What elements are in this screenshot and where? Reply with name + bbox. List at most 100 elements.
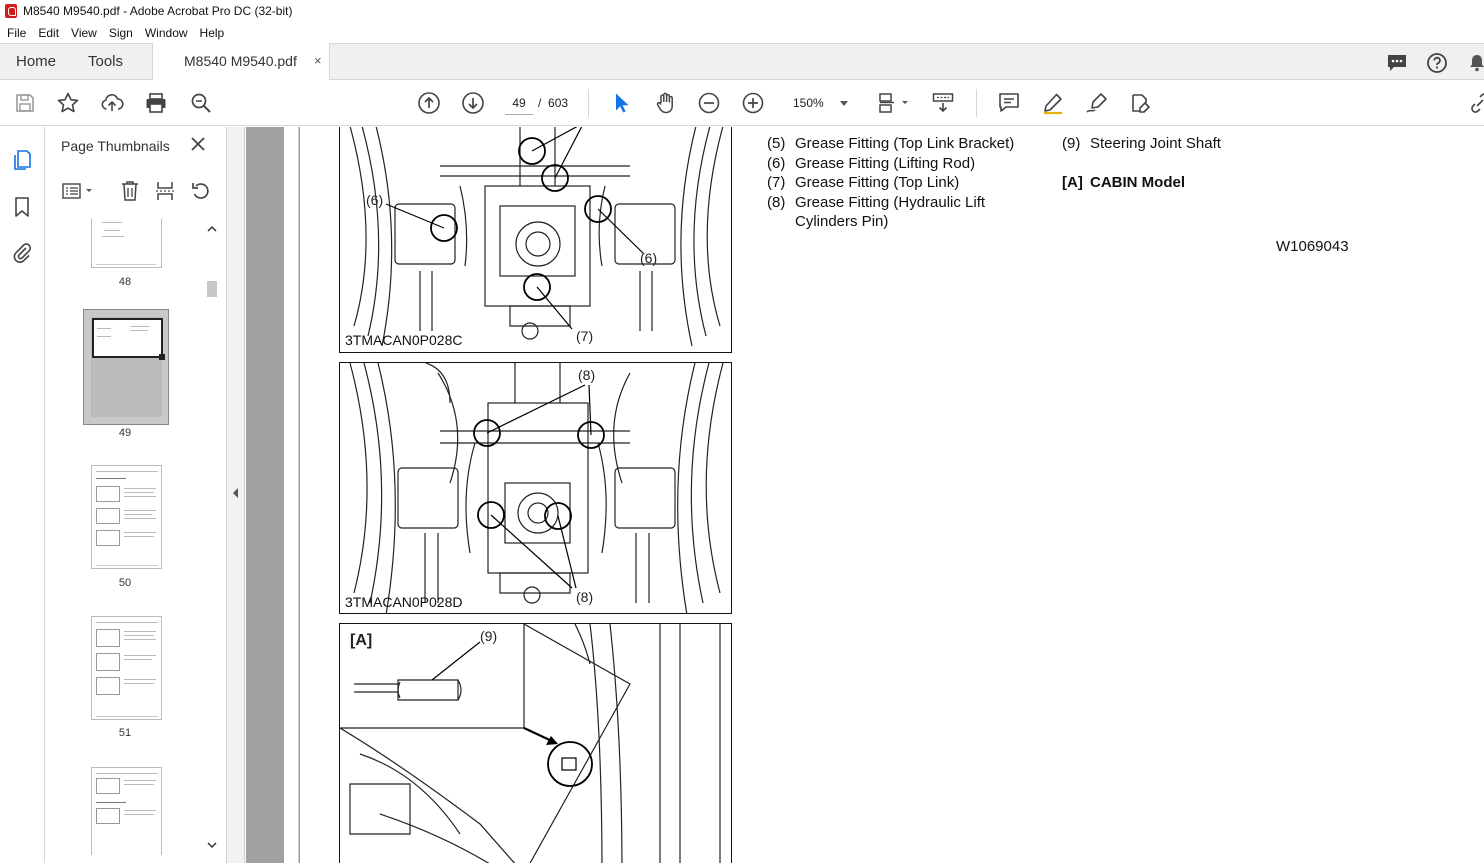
- previous-page-icon[interactable]: [417, 91, 441, 115]
- save-icon[interactable]: [13, 91, 37, 115]
- menu-bar: File Edit View Sign Window Help: [0, 22, 1484, 43]
- page-thumbnail[interactable]: [91, 219, 162, 268]
- visible-area-marker[interactable]: [92, 318, 165, 360]
- page-total: / 603: [538, 91, 568, 115]
- search-zoom-icon[interactable]: [189, 91, 213, 115]
- callout-label: (8): [578, 367, 596, 383]
- legend-item: Cylinders Pin): [767, 212, 1014, 232]
- figure-caption: 3TMACAN0P028C: [345, 332, 463, 348]
- legend-item: (7) Grease Fitting (Top Link): [767, 173, 1014, 193]
- close-panel-icon[interactable]: [190, 136, 206, 152]
- document-viewer[interactable]: (6) (6) (7) 3TMACAN0P028C (8) (8) 3TMACA…: [246, 127, 1484, 863]
- zoom-out-icon[interactable]: [697, 91, 721, 115]
- panel-toolbar: [45, 175, 227, 207]
- callout-label: (6): [366, 192, 384, 208]
- page-edge: [299, 127, 300, 863]
- page-thumbnails-panel: Page Thumbnails 48 49 50 51: [45, 127, 227, 863]
- page-thumbnail[interactable]: [91, 616, 162, 720]
- notifications-bell-icon[interactable]: [1466, 52, 1484, 74]
- thumbnail-label: 51: [118, 727, 132, 739]
- legend-text: Grease Fitting (Top Link): [795, 174, 960, 191]
- toolbar-divider: [976, 89, 977, 117]
- tab-tools[interactable]: Tools: [88, 53, 123, 70]
- tab-bar: Home Tools M8540 M9540.pdf ×: [0, 43, 1484, 80]
- share-link-icon[interactable]: [1468, 91, 1484, 115]
- menu-help[interactable]: Help: [194, 26, 231, 40]
- left-navigation-rail: [0, 127, 45, 863]
- figure-hitch-top: (6) (6) (7) 3TMACAN0P028C: [339, 127, 732, 353]
- page-number-input[interactable]: 49: [505, 91, 533, 115]
- help-icon[interactable]: [1426, 52, 1448, 74]
- tractor-rear-illustration: [349, 127, 724, 347]
- sign-pen-icon[interactable]: [1085, 91, 1109, 115]
- tab-home[interactable]: Home: [16, 53, 56, 70]
- next-page-icon[interactable]: [461, 91, 485, 115]
- extract-page-icon[interactable]: [154, 180, 176, 202]
- legend-number: [767, 212, 795, 232]
- cabin-illustration: [340, 624, 721, 863]
- comment-bubble-icon[interactable]: [1386, 52, 1408, 74]
- close-tab-icon[interactable]: ×: [314, 53, 322, 68]
- menu-file[interactable]: File: [0, 26, 32, 40]
- hand-tool-icon[interactable]: [653, 91, 677, 115]
- legend-text: Cylinders Pin): [795, 213, 889, 230]
- legend-text: Grease Fitting (Lifting Rod): [795, 154, 976, 172]
- rotate-page-icon[interactable]: [190, 180, 212, 202]
- highlight-pen-icon[interactable]: [1041, 91, 1065, 115]
- page-thumbnails-icon[interactable]: [11, 149, 33, 171]
- page-total-value: 603: [548, 96, 569, 110]
- inset-label: [A]: [350, 632, 373, 649]
- zoom-level-dropdown[interactable]: 150%: [788, 91, 854, 115]
- legend-number: (7): [767, 174, 786, 191]
- attachments-paperclip-icon[interactable]: [11, 241, 33, 263]
- select-cursor-icon[interactable]: [609, 91, 633, 115]
- bookmark-star-icon[interactable]: [56, 91, 80, 115]
- main-toolbar: 49 / 603 150%: [0, 80, 1484, 126]
- menu-edit[interactable]: Edit: [32, 26, 65, 40]
- page-thumbnail[interactable]: [91, 465, 162, 569]
- figure-cabin-steering-shaft: [A] (9): [339, 623, 732, 863]
- delete-page-icon[interactable]: [120, 180, 140, 202]
- legend-list-right: (9) Steering Joint Shaft: [1062, 134, 1221, 154]
- panel-title: Page Thumbnails: [61, 138, 170, 154]
- model-label-text: CABIN Model: [1090, 174, 1185, 191]
- page-gutter: [246, 127, 284, 863]
- legend-text: Grease Fitting (Hydraulic Lift: [795, 193, 986, 211]
- model-label: [A] CABIN Model: [1062, 173, 1185, 193]
- window-title: M8540 M9540.pdf - Adobe Acrobat Pro DC (…: [23, 4, 293, 18]
- legend-text: Grease Fitting (Top Link Bracket): [795, 135, 1015, 152]
- bookmarks-icon[interactable]: [11, 196, 33, 218]
- callout-label: (7): [576, 328, 594, 344]
- tractor-rear-illustration: [349, 363, 724, 613]
- panel-scrollbar[interactable]: [205, 219, 219, 855]
- menu-sign[interactable]: Sign: [103, 26, 139, 40]
- add-comment-icon[interactable]: [997, 91, 1021, 115]
- page-thumbnail-selected[interactable]: [91, 317, 165, 417]
- tab-document[interactable]: M8540 M9540.pdf ×: [152, 43, 330, 80]
- legend-number: (9): [1062, 135, 1081, 152]
- legend-item: (6) Grease Fitting (Lifting Rod): [767, 154, 1014, 174]
- title-bar: M8540 M9540.pdf - Adobe Acrobat Pro DC (…: [0, 0, 1484, 22]
- menu-view[interactable]: View: [65, 26, 103, 40]
- thumbnail-options-icon[interactable]: [62, 181, 96, 201]
- panel-collapse-handle[interactable]: [227, 127, 245, 863]
- legend-number: (8): [767, 193, 786, 211]
- scroll-mode-icon[interactable]: [931, 91, 955, 115]
- upload-cloud-icon[interactable]: [100, 91, 124, 115]
- legend-item: (5) Grease Fitting (Top Link Bracket): [767, 134, 1014, 154]
- model-label-tag: [A]: [1062, 174, 1083, 191]
- zoom-in-icon[interactable]: [741, 91, 765, 115]
- print-icon[interactable]: [144, 91, 168, 115]
- page-separator: /: [538, 96, 542, 110]
- menu-window[interactable]: Window: [139, 26, 194, 40]
- page-thumbnail[interactable]: [91, 767, 162, 855]
- legend-item: (8) Grease Fitting (Hydraulic Lift: [767, 193, 1014, 213]
- legend-number: (6): [767, 154, 786, 172]
- zoom-level-value: 150%: [793, 96, 824, 110]
- fill-sign-icon[interactable]: [1128, 91, 1152, 115]
- figure-caption: 3TMACAN0P028D: [345, 594, 463, 610]
- legend-text: Steering Joint Shaft: [1090, 135, 1221, 152]
- thumbnail-label: 50: [118, 577, 132, 589]
- page-fit-icon[interactable]: [877, 91, 911, 115]
- reference-code: W1069043: [1276, 238, 1349, 255]
